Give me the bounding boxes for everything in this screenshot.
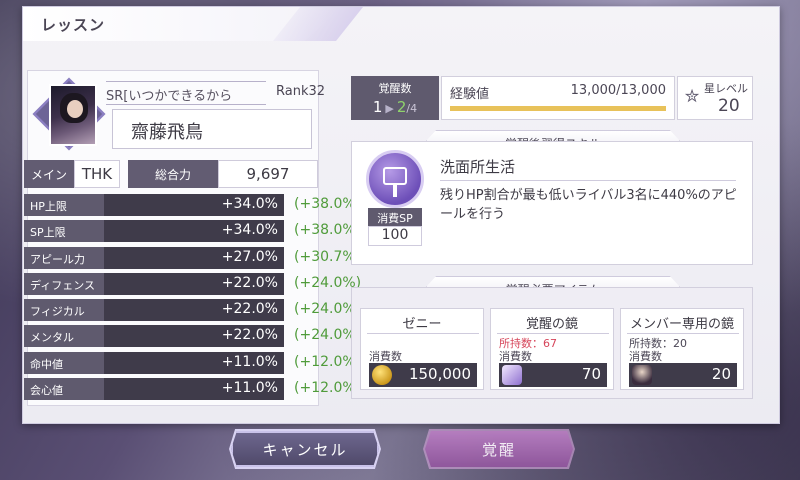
star-level-box: ✮ 星レベル 20: [677, 76, 753, 120]
main-value: THK: [74, 160, 120, 188]
stat-label: メンタル: [24, 325, 104, 348]
stat-row-critical: 会心値 +11.0% (+12.0%): [24, 378, 361, 401]
stat-label: 会心値: [24, 378, 104, 401]
awakening-to: 2: [396, 98, 407, 116]
item-title: ゼニー: [402, 317, 442, 332]
mirror-icon: [502, 365, 522, 385]
drum-icon[interactable]: [366, 150, 424, 208]
coin-icon: [372, 365, 392, 385]
awakening-count-label: 覚醒数: [378, 82, 412, 95]
item-use-label: 消費数: [499, 350, 532, 363]
exp-label: 経験値: [450, 87, 490, 102]
awakening-count: 覚醒数 1 ▶ 2/4: [351, 76, 439, 120]
stat-value: +27.0%: [104, 246, 284, 269]
total-power-label: 総合力: [128, 160, 218, 188]
item-use-label: 消費数: [369, 350, 402, 363]
item-zeny[interactable]: ゼニー 消費数 150,000: [360, 308, 484, 390]
awakening-row: 覚醒数 1 ▶ 2/4 経験値 13,000/13,000 ✮ 星レベル 20: [351, 76, 753, 120]
portrait[interactable]: [32, 77, 106, 151]
awakening-max: /4: [406, 102, 418, 115]
skill-divider: [440, 180, 736, 181]
items-panel: ゼニー 消費数 150,000 覚醒の鏡 所持数：67 消費数 70 メンバー専…: [351, 287, 753, 399]
item-awakening-mirror[interactable]: 覚醒の鏡 所持数：67 消費数 70: [490, 308, 614, 390]
skill-panel: 消費SP 100 洗面所生活 残りHP割合が最も低いライバル3名に440%のアピ…: [351, 141, 753, 265]
exp-value: 13,000/13,000: [570, 83, 666, 98]
skill-name: 洗面所生活: [440, 158, 516, 176]
item-use-number: 70: [581, 365, 601, 383]
card-rank: Rank32: [276, 84, 326, 99]
stat-label: SP上限: [24, 220, 104, 243]
stat-label: 命中値: [24, 351, 104, 374]
item-use-number: 20: [711, 365, 731, 383]
stat-row-sp: SP上限 +34.0% (+38.0%): [24, 220, 361, 243]
awaken-button[interactable]: 覚醒: [425, 431, 573, 467]
avatar-face: [67, 100, 83, 118]
item-use-label: 消費数: [629, 350, 662, 363]
item-divider: [367, 333, 479, 334]
item-divider: [497, 333, 609, 334]
stat-row-accuracy: 命中値 +11.0% (+12.0%): [24, 351, 361, 374]
member-mirror-icon: [632, 365, 652, 385]
avatar: [49, 84, 97, 146]
drum-icon-body: [383, 167, 407, 185]
item-divider: [627, 333, 739, 334]
stat-row-hp: HP上限 +34.0% (+38.0%): [24, 194, 361, 216]
dialog-title: レッスン: [41, 16, 106, 34]
exp-box: 経験値 13,000/13,000: [441, 76, 675, 120]
awakening-count-value: 1 ▶ 2/4: [351, 98, 439, 116]
main-info-row: メイン THK 総合力 9,697: [24, 160, 320, 190]
stat-label: ディフェンス: [24, 272, 104, 295]
stat-label: HP上限: [24, 194, 104, 216]
stat-value: +22.0%: [104, 325, 284, 348]
stat-value: +11.0%: [104, 351, 284, 374]
item-use-value: 20: [629, 363, 737, 387]
stat-value: +34.0%: [104, 194, 284, 216]
stat-row-appeal: アピール力 +27.0% (+30.7%): [24, 246, 361, 269]
exp-bar: [450, 106, 666, 111]
stat-list: HP上限 +34.0% (+38.0%) SP上限 +34.0% (+38.0%…: [24, 194, 361, 404]
stat-row-mental: メンタル +22.0% (+24.0%): [24, 325, 361, 348]
item-title: 覚醒の鏡: [525, 317, 578, 332]
card-rarity-title: SR[いつかできるから: [106, 81, 266, 105]
stat-label: アピール力: [24, 246, 104, 269]
stat-value: +34.0%: [104, 220, 284, 243]
skill-description: 残りHP割合が最も低いライバル3名に440%のアピールを行う: [440, 188, 737, 222]
star-icon: ✮: [684, 86, 700, 107]
item-use-value: 70: [499, 363, 607, 387]
stat-value: +22.0%: [104, 299, 284, 322]
stat-row-physical: フィジカル +22.0% (+24.0%): [24, 299, 361, 322]
star-level-value: 20: [718, 96, 740, 116]
item-member-mirror[interactable]: メンバー専用の鏡 所持数：20 消費数 20: [620, 308, 744, 390]
main-label: メイン: [24, 160, 74, 188]
stat-value: +11.0%: [104, 378, 284, 401]
item-title: メンバー専用の鏡: [629, 317, 734, 332]
drum-icon-stand: [393, 185, 397, 197]
total-power-value: 9,697: [218, 160, 318, 188]
item-use-value: 150,000: [369, 363, 477, 387]
stat-label: フィジカル: [24, 299, 104, 322]
arrow-right-icon: ▶: [385, 102, 394, 115]
cancel-button[interactable]: キャンセル: [231, 431, 379, 467]
awakening-from: 1: [372, 98, 383, 116]
star-level-label: 星レベル: [704, 82, 748, 95]
item-use-number: 150,000: [408, 365, 471, 383]
sp-cost-label: 消費SP: [368, 208, 422, 226]
sp-cost-value: 100: [368, 226, 422, 246]
stat-value: +22.0%: [104, 272, 284, 295]
member-name: 齋藤飛鳥: [112, 109, 312, 149]
stat-row-defense: ディフェンス +22.0% (+24.0%): [24, 272, 361, 295]
exp-bar-fill: [450, 106, 666, 111]
